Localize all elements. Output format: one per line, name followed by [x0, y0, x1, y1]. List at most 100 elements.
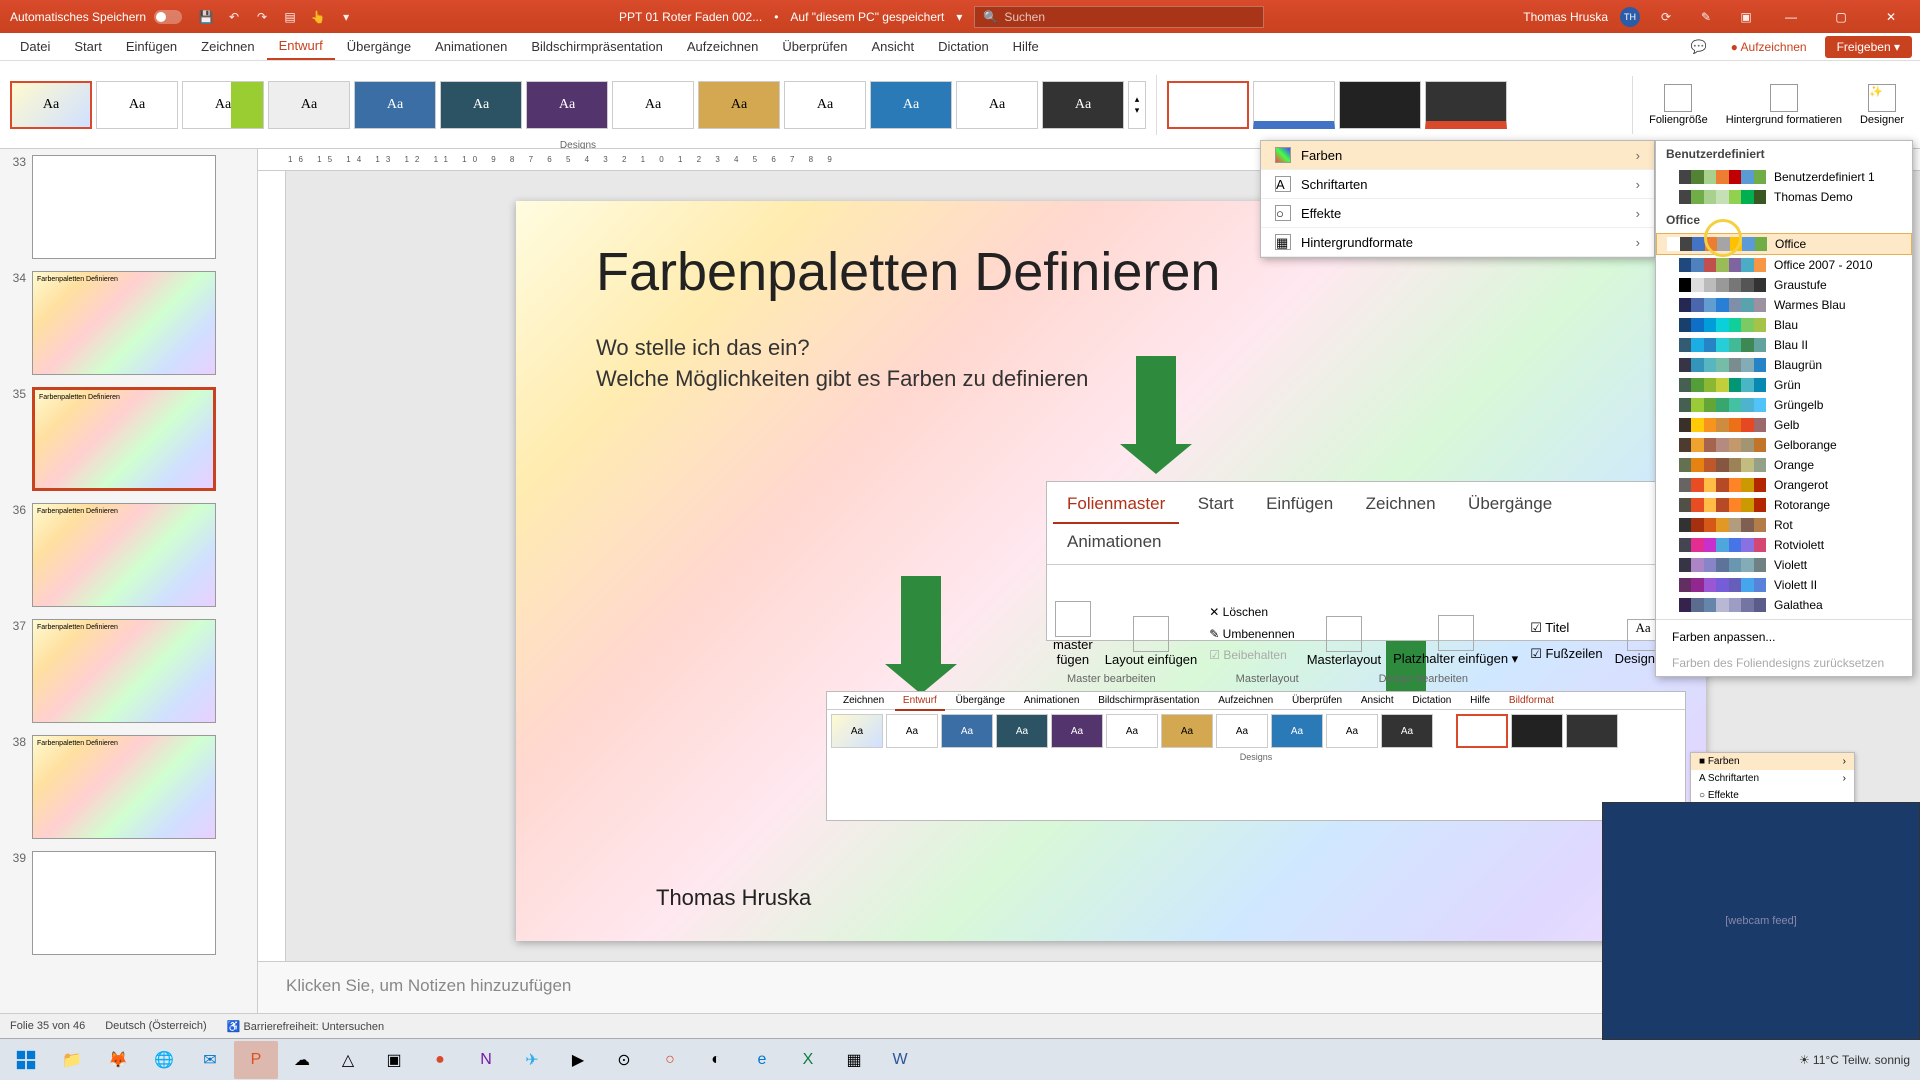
- tab-hilfe[interactable]: Hilfe: [1001, 34, 1051, 59]
- start-button[interactable]: [4, 1041, 48, 1079]
- slide-thumbnail-panel[interactable]: 33 34Farbenpaletten Definieren 35Farbenp…: [0, 149, 258, 1013]
- app-icon-7[interactable]: ◐: [694, 1041, 738, 1079]
- design-theme-1[interactable]: Aa: [10, 81, 92, 129]
- presenter-icon[interactable]: ▤: [282, 9, 298, 25]
- color-scheme-thomasdemo[interactable]: Thomas Demo: [1656, 187, 1912, 207]
- variant-1[interactable]: [1167, 81, 1249, 129]
- color-scheme-gelborange[interactable]: Gelborange: [1656, 435, 1912, 455]
- slide-thumb-37[interactable]: Farbenpaletten Definieren: [32, 619, 216, 723]
- excel-icon[interactable]: X: [786, 1041, 830, 1079]
- design-theme-12[interactable]: Aa: [956, 81, 1038, 129]
- dropdown-effekte[interactable]: ○ Effekte›: [1261, 199, 1654, 228]
- slide-thumb-39[interactable]: [32, 851, 216, 955]
- slide-text-line2[interactable]: Welche Möglichkeiten gibt es Farben zu d…: [596, 364, 1626, 395]
- file-explorer-icon[interactable]: 📁: [50, 1041, 94, 1079]
- comments-icon[interactable]: 💬: [1691, 39, 1707, 55]
- color-scheme-violett-ii[interactable]: Violett II: [1656, 575, 1912, 595]
- language-indicator[interactable]: Deutsch (Österreich): [105, 1020, 206, 1032]
- dropdown-icon[interactable]: ▾: [338, 9, 354, 25]
- tab-animationen[interactable]: Animationen: [423, 34, 519, 59]
- color-scheme-orange[interactable]: Orange: [1656, 455, 1912, 475]
- outlook-icon[interactable]: ✉: [188, 1041, 232, 1079]
- tab-bildschirm[interactable]: Bildschirmpräsentation: [519, 34, 675, 59]
- color-scheme-grün[interactable]: Grün: [1656, 375, 1912, 395]
- toggle-switch[interactable]: [154, 10, 182, 24]
- app-icon-2[interactable]: ▣: [372, 1041, 416, 1079]
- edge-icon[interactable]: e: [740, 1041, 784, 1079]
- color-scheme-blau[interactable]: Blau: [1656, 315, 1912, 335]
- color-scheme-rot[interactable]: Rot: [1656, 515, 1912, 535]
- slide-thumb-34[interactable]: Farbenpaletten Definieren: [32, 271, 216, 375]
- dropdown-farben[interactable]: Farben›: [1261, 141, 1654, 170]
- format-background-button[interactable]: Hintergrund formatieren: [1726, 84, 1842, 126]
- window-icon[interactable]: ▣: [1738, 9, 1754, 25]
- design-theme-8[interactable]: Aa: [612, 81, 694, 129]
- firefox-icon[interactable]: 🦊: [96, 1041, 140, 1079]
- save-icon[interactable]: 💾: [198, 9, 214, 25]
- color-scheme-office[interactable]: Office: [1656, 233, 1912, 255]
- tab-ansicht[interactable]: Ansicht: [859, 34, 926, 59]
- weather-widget[interactable]: ☀ 11°C Teilw. sonnig: [1799, 1053, 1910, 1067]
- gallery-expand-icon[interactable]: ▴▾: [1128, 81, 1146, 129]
- dropdown-schriftarten[interactable]: A Schriftarten›: [1261, 170, 1654, 199]
- design-theme-9[interactable]: Aa: [698, 81, 780, 129]
- telegram-icon[interactable]: ✈: [510, 1041, 554, 1079]
- slide-thumb-36[interactable]: Farbenpaletten Definieren: [32, 503, 216, 607]
- minimize-button[interactable]: —: [1772, 0, 1810, 33]
- undo-icon[interactable]: ↶: [226, 9, 242, 25]
- slide-thumb-38[interactable]: Farbenpaletten Definieren: [32, 735, 216, 839]
- variant-3[interactable]: [1339, 81, 1421, 129]
- design-theme-5[interactable]: Aa: [354, 81, 436, 129]
- search-input[interactable]: 🔍 Suchen: [974, 6, 1264, 28]
- color-scheme-blaugrün[interactable]: Blaugrün: [1656, 355, 1912, 375]
- color-scheme-violett[interactable]: Violett: [1656, 555, 1912, 575]
- tab-uebergaenge[interactable]: Übergänge: [335, 34, 423, 59]
- slide-thumb-35[interactable]: Farbenpaletten Definieren: [32, 387, 216, 491]
- design-theme-10[interactable]: Aa: [784, 81, 866, 129]
- slide-counter[interactable]: Folie 35 von 46: [10, 1020, 85, 1032]
- redo-icon[interactable]: ↷: [254, 9, 270, 25]
- color-scheme-warmes-blau[interactable]: Warmes Blau: [1656, 295, 1912, 315]
- word-icon[interactable]: W: [878, 1041, 922, 1079]
- tab-datei[interactable]: Datei: [8, 34, 62, 59]
- color-scheme-graustufe[interactable]: Graustufe: [1656, 275, 1912, 295]
- tab-zeichnen[interactable]: Zeichnen: [189, 34, 266, 59]
- app-icon-6[interactable]: ○: [648, 1041, 692, 1079]
- record-button[interactable]: ● Aufzeichnen: [1723, 36, 1815, 58]
- slide-size-button[interactable]: Foliengröße: [1649, 84, 1708, 126]
- app-icon-8[interactable]: ▦: [832, 1041, 876, 1079]
- autosave-toggle[interactable]: Automatisches Speichern: [0, 10, 192, 24]
- tab-aufzeichnen[interactable]: Aufzeichnen: [675, 34, 771, 59]
- close-button[interactable]: ✕: [1872, 0, 1910, 33]
- share-button[interactable]: Freigeben ▾: [1825, 36, 1912, 58]
- design-theme-4[interactable]: Aa: [268, 81, 350, 129]
- touch-icon[interactable]: 👆: [310, 9, 326, 25]
- cloud-sync-icon[interactable]: ⟳: [1658, 9, 1674, 25]
- slide-canvas[interactable]: Farbenpaletten Definieren Wo stelle ich …: [516, 201, 1706, 941]
- user-name[interactable]: Thomas Hruska: [1523, 10, 1608, 24]
- designer-button[interactable]: ✨Designer: [1860, 84, 1904, 126]
- color-scheme-gelb[interactable]: Gelb: [1656, 415, 1912, 435]
- variant-4[interactable]: [1425, 81, 1507, 129]
- design-theme-7[interactable]: Aa: [526, 81, 608, 129]
- color-scheme-orangerot[interactable]: Orangerot: [1656, 475, 1912, 495]
- design-theme-3[interactable]: Aa: [182, 81, 264, 129]
- color-scheme-galathea[interactable]: Galathea: [1656, 595, 1912, 615]
- design-theme-2[interactable]: Aa: [96, 81, 178, 129]
- app-icon-4[interactable]: ▶: [556, 1041, 600, 1079]
- color-scheme-grüngelb[interactable]: Grüngelb: [1656, 395, 1912, 415]
- color-scheme-custom1[interactable]: Benutzerdefiniert 1: [1656, 167, 1912, 187]
- onenote-icon[interactable]: N: [464, 1041, 508, 1079]
- customize-colors-cmd[interactable]: Farben anpassen...: [1656, 624, 1912, 650]
- color-scheme-rotviolett[interactable]: Rotviolett: [1656, 535, 1912, 555]
- powerpoint-icon[interactable]: P: [234, 1041, 278, 1079]
- user-avatar[interactable]: TH: [1620, 7, 1640, 27]
- tab-einfuegen[interactable]: Einfügen: [114, 34, 189, 59]
- app-icon-1[interactable]: ☁: [280, 1041, 324, 1079]
- maximize-button[interactable]: ▢: [1822, 0, 1860, 33]
- color-scheme-rotorange[interactable]: Rotorange: [1656, 495, 1912, 515]
- tab-ueberpruefen[interactable]: Überprüfen: [770, 34, 859, 59]
- arrow-shape-1[interactable]: [1136, 356, 1176, 446]
- app-icon-3[interactable]: ●: [418, 1041, 462, 1079]
- variant-2[interactable]: [1253, 81, 1335, 129]
